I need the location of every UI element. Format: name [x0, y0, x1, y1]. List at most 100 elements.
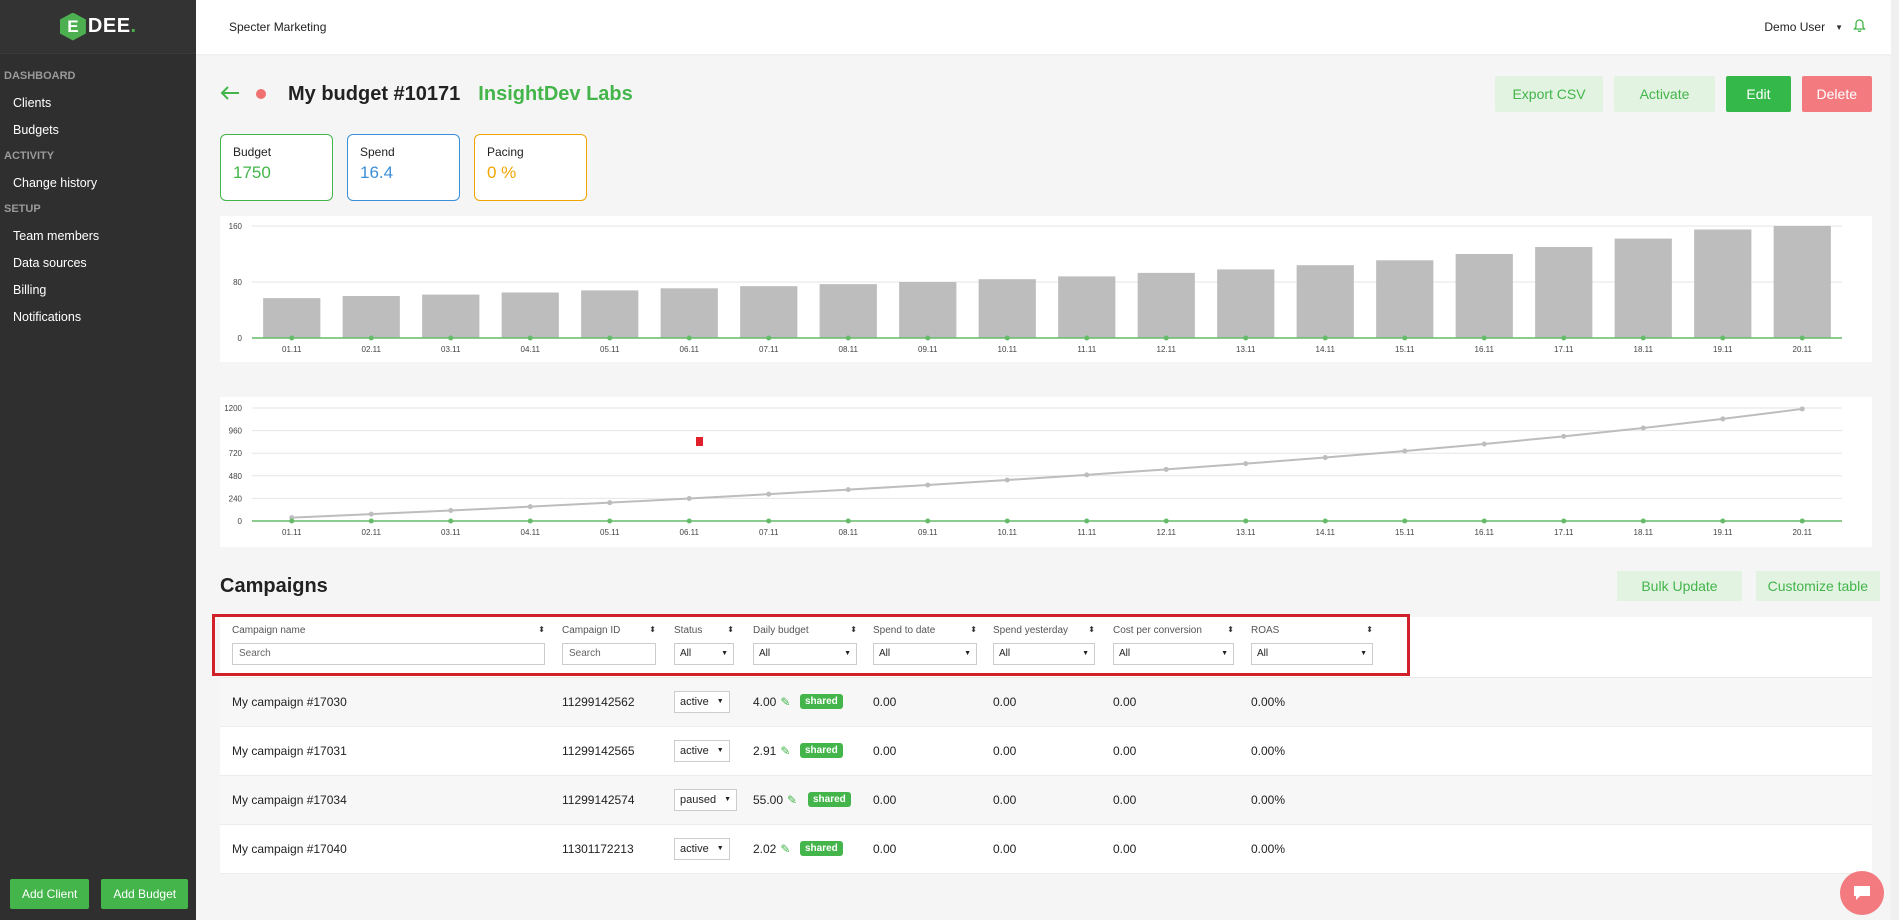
table-row[interactable]: My campaign #17030 11299142562 active ▼ 4.00…	[220, 678, 1872, 727]
spend-data-point[interactable]	[448, 518, 454, 524]
campaign-id-search-input[interactable]: Search	[562, 643, 656, 665]
bell-icon[interactable]	[1853, 18, 1866, 36]
spend-data-point[interactable]	[289, 335, 295, 341]
sort-icon[interactable]: ⬍	[649, 625, 656, 640]
bar[interactable]	[501, 292, 559, 339]
data-point[interactable]	[1163, 466, 1169, 472]
cost-per-conversion-filter-select[interactable]: All ▼	[1113, 643, 1234, 665]
spend-data-point[interactable]	[607, 335, 613, 341]
sort-icon[interactable]: ⬍	[727, 625, 734, 640]
spend-data-point[interactable]	[1004, 518, 1010, 524]
spend-data-point[interactable]	[1640, 335, 1646, 341]
spend-data-point[interactable]	[1561, 335, 1567, 341]
data-point[interactable]	[686, 496, 692, 502]
spend-data-point[interactable]	[368, 518, 374, 524]
spend-data-point[interactable]	[1084, 518, 1090, 524]
spend-data-point[interactable]	[1004, 335, 1010, 341]
campaign-name-cell[interactable]: My campaign #17034	[232, 793, 347, 807]
bar[interactable]	[819, 284, 877, 338]
edit-button[interactable]: Edit	[1726, 76, 1791, 112]
bar[interactable]	[581, 290, 639, 338]
spend-data-point[interactable]	[766, 335, 772, 341]
campaign-name-cell[interactable]: My campaign #17031	[232, 744, 347, 758]
spend-data-point[interactable]	[289, 518, 295, 524]
sort-icon[interactable]: ⬍	[1088, 625, 1095, 640]
bar[interactable]	[1535, 247, 1593, 338]
bar[interactable]	[1694, 229, 1752, 339]
sort-icon[interactable]: ⬍	[970, 625, 977, 640]
spend-data-point[interactable]	[1481, 518, 1487, 524]
spend-data-point[interactable]	[1481, 335, 1487, 341]
spend-data-point[interactable]	[1243, 335, 1249, 341]
spend-to-date-filter-select[interactable]: All ▼	[873, 643, 977, 665]
spend-data-point[interactable]	[1163, 518, 1169, 524]
spend-data-point[interactable]	[686, 335, 692, 341]
spend-data-point[interactable]	[607, 518, 613, 524]
data-point[interactable]	[1720, 416, 1726, 422]
data-point[interactable]	[1322, 455, 1328, 461]
daily-budget-filter-select[interactable]: All ▼	[753, 643, 857, 665]
sort-icon[interactable]: ⬍	[538, 625, 545, 640]
bar[interactable]	[740, 286, 798, 338]
data-point[interactable]	[1561, 433, 1567, 439]
customize-table-button[interactable]: Customize table	[1755, 571, 1880, 601]
sidebar-item-budgets[interactable]: Budgets	[0, 117, 196, 144]
edit-icon[interactable]: ✎	[787, 793, 797, 807]
bar[interactable]	[263, 298, 321, 338]
export-csv-button[interactable]: Export CSV	[1495, 76, 1603, 112]
user-menu[interactable]: Demo User	[1764, 20, 1825, 34]
sidebar-item-billing[interactable]: Billing	[0, 277, 196, 304]
column-header-roas[interactable]: ROAS	[1251, 625, 1279, 640]
data-point[interactable]	[1481, 441, 1487, 447]
data-point[interactable]	[1799, 406, 1805, 412]
table-row[interactable]: My campaign #17031 11299142565 active ▼ 2.91…	[220, 727, 1872, 776]
add-client-button[interactable]: Add Client	[10, 879, 90, 909]
bar[interactable]	[1217, 269, 1275, 338]
sort-icon[interactable]: ⬍	[1366, 625, 1373, 640]
spend-data-point[interactable]	[766, 518, 772, 524]
spend-data-point[interactable]	[1720, 335, 1726, 341]
spend-data-point[interactable]	[1561, 518, 1567, 524]
data-point[interactable]	[1004, 477, 1010, 483]
spend-data-point[interactable]	[448, 335, 454, 341]
column-header-cost-per-conversion[interactable]: Cost per conversion	[1113, 625, 1202, 640]
spend-data-point[interactable]	[527, 518, 533, 524]
table-row[interactable]: My campaign #17040 11301172213 active ▼ 2.02…	[220, 825, 1872, 874]
data-point[interactable]	[368, 511, 374, 517]
sidebar-item-team-members[interactable]: Team members	[0, 223, 196, 250]
bar[interactable]	[899, 282, 957, 338]
bar[interactable]	[342, 296, 400, 338]
chat-button[interactable]	[1840, 871, 1884, 915]
edit-icon[interactable]: ✎	[780, 695, 790, 709]
sidebar-item-clients[interactable]: Clients	[0, 90, 196, 117]
bulk-update-button[interactable]: Bulk Update	[1617, 571, 1742, 601]
campaign-name-search-input[interactable]: Search	[232, 643, 545, 665]
bar[interactable]	[1773, 226, 1831, 338]
data-point[interactable]	[448, 507, 454, 513]
spend-data-point[interactable]	[368, 335, 374, 341]
scrollbar[interactable]	[1891, 0, 1899, 920]
spend-data-point[interactable]	[527, 335, 533, 341]
column-header-status[interactable]: Status	[674, 625, 702, 640]
spend-yesterday-filter-select[interactable]: All ▼	[993, 643, 1095, 665]
data-point[interactable]	[1402, 448, 1408, 454]
activate-button[interactable]: Activate	[1613, 76, 1716, 112]
column-header-campaign-name[interactable]: Campaign name	[232, 625, 305, 640]
bar[interactable]	[1137, 272, 1195, 338]
organization-name[interactable]: Specter Marketing	[229, 20, 326, 34]
roas-filter-select[interactable]: All ▼	[1251, 643, 1373, 665]
spend-data-point[interactable]	[1322, 335, 1328, 341]
bar[interactable]	[1376, 260, 1434, 338]
sort-icon[interactable]: ⬍	[850, 625, 857, 640]
data-point[interactable]	[845, 487, 851, 493]
sidebar-item-notifications[interactable]: Notifications	[0, 304, 196, 331]
bar[interactable]	[1455, 254, 1513, 338]
logo[interactable]: E DEE.	[0, 0, 196, 54]
spend-data-point[interactable]	[925, 518, 931, 524]
spend-data-point[interactable]	[1402, 335, 1408, 341]
status-select[interactable]: active ▼	[674, 740, 730, 762]
sort-icon[interactable]: ⬍	[1227, 625, 1234, 640]
back-arrow-icon[interactable]	[220, 83, 240, 105]
spend-data-point[interactable]	[1322, 518, 1328, 524]
sidebar-item-data-sources[interactable]: Data sources	[0, 250, 196, 277]
